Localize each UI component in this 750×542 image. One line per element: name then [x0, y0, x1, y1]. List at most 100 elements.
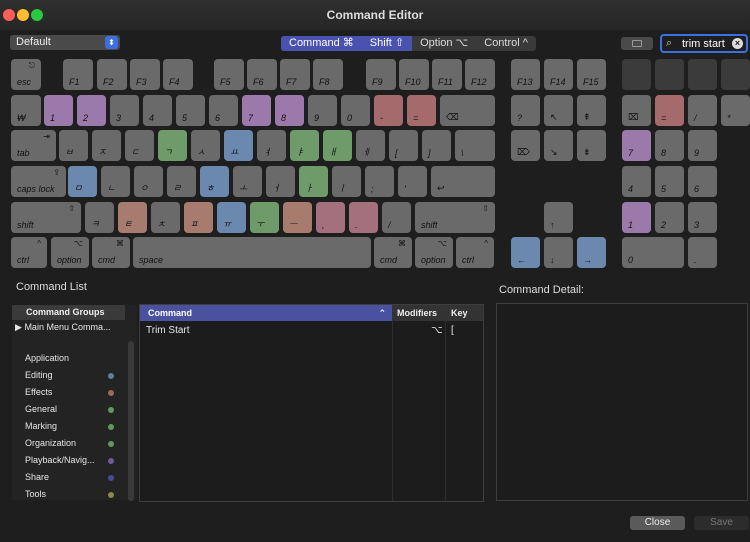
key-6[interactable]: 6 [688, 166, 717, 197]
key-shift[interactable]: shift ⇧ [11, 202, 81, 233]
key-F12[interactable]: F12 [465, 59, 495, 90]
preset-popup[interactable]: Default ⬍ [10, 35, 120, 50]
key-/[interactable]: / [688, 95, 717, 126]
key-ㅛ[interactable]: ㅛ [224, 130, 253, 161]
key-↖[interactable]: ↖ [544, 95, 573, 126]
key-ㅠ[interactable]: ㅠ [217, 202, 246, 233]
key-6[interactable]: 6 [209, 95, 238, 126]
key-ㅕ[interactable]: ㅕ [257, 130, 286, 161]
key-option[interactable]: option ⌥ [415, 237, 453, 268]
table-row[interactable]: Trim Start ⌥ [ [140, 324, 483, 340]
key-←[interactable]: ← [511, 237, 540, 268]
key-ctrl[interactable]: ctrl ^ [11, 237, 47, 268]
column-command[interactable]: Command ⌃ [140, 305, 392, 321]
modifier-tab[interactable]: Command ⌘ [281, 36, 362, 51]
group-item[interactable]: Effects [25, 387, 52, 397]
key-→[interactable]: → [577, 237, 606, 268]
key-.[interactable]: . [688, 237, 717, 268]
key-esc[interactable]: esc ⎋ [11, 59, 41, 90]
key-F14[interactable]: F14 [544, 59, 573, 90]
key-'[interactable]: ' [398, 166, 427, 197]
key-F10[interactable]: F10 [399, 59, 429, 90]
key-F7[interactable]: F7 [280, 59, 310, 90]
key-2[interactable]: 2 [655, 202, 684, 233]
key-cmd[interactable]: cmd ⌘ [92, 237, 130, 268]
key-ㅍ[interactable]: ㅍ [184, 202, 213, 233]
key-ㄹ[interactable]: ㄹ [167, 166, 196, 197]
group-item[interactable]: General [25, 404, 57, 414]
key-↓[interactable]: ↓ [544, 237, 573, 268]
close-button[interactable]: Close [630, 516, 685, 530]
key-ㅡ[interactable]: ㅡ [283, 202, 312, 233]
key-1[interactable]: 1 [622, 202, 651, 233]
group-item[interactable]: Tools [25, 489, 46, 499]
search-input[interactable]: trim start [682, 38, 725, 50]
group-item[interactable]: Marking [25, 421, 57, 431]
key-F6[interactable]: F6 [247, 59, 277, 90]
key-↑[interactable]: ↑ [544, 202, 573, 233]
modifier-tab[interactable]: Shift ⇧ [361, 36, 413, 51]
key-F9[interactable]: F9 [366, 59, 396, 90]
key-][interactable]: ] [422, 130, 451, 161]
group-item[interactable]: Share [25, 472, 49, 482]
key-ctrl[interactable]: ctrl ^ [456, 237, 494, 268]
key-F2[interactable]: F2 [97, 59, 127, 90]
key-[[interactable]: [ [389, 130, 418, 161]
modifier-tab[interactable]: Option ⌥ [412, 36, 476, 51]
key-F1[interactable]: F1 [63, 59, 93, 90]
key-1[interactable]: 1 [44, 95, 73, 126]
key-9[interactable]: 9 [308, 95, 337, 126]
key-.[interactable]: . [349, 202, 378, 233]
column-key[interactable]: Key [451, 305, 468, 321]
save-button[interactable]: Save [694, 516, 749, 530]
key-⇞[interactable]: ⇞ [577, 95, 606, 126]
key-ㅌ[interactable]: ㅌ [118, 202, 147, 233]
key-⇟[interactable]: ⇟ [577, 130, 606, 161]
group-main-menu[interactable]: ▶ Main Menu Comma... [15, 322, 110, 333]
key-=[interactable]: = [655, 95, 684, 126]
key-tab[interactable]: tab ⇥ [11, 130, 56, 161]
key-cmd[interactable]: cmd ⌘ [374, 237, 412, 268]
key-blank[interactable] [688, 59, 717, 90]
key-F8[interactable]: F8 [313, 59, 343, 90]
key-4[interactable]: 4 [143, 95, 172, 126]
key-8[interactable]: 8 [655, 130, 684, 161]
key-ㄷ[interactable]: ㄷ [125, 130, 154, 161]
group-item[interactable]: Playback/Navig... [25, 455, 95, 465]
column-modifiers[interactable]: Modifiers [397, 305, 437, 321]
group-item[interactable]: Organization [25, 438, 76, 448]
key-5[interactable]: 5 [655, 166, 684, 197]
key-0[interactable]: 0 [622, 237, 684, 268]
key-/[interactable]: / [382, 202, 411, 233]
key-3[interactable]: 3 [110, 95, 139, 126]
key-↩[interactable]: ↩ [431, 166, 495, 197]
key-*[interactable]: * [721, 95, 750, 126]
key-;[interactable]: ; [365, 166, 394, 197]
key-7[interactable]: 7 [622, 130, 651, 161]
key-F15[interactable]: F15 [577, 59, 606, 90]
groups-scrollbar[interactable] [128, 341, 134, 501]
key-ㄱ[interactable]: ㄱ [158, 130, 187, 161]
modifier-tab[interactable]: Control ^ [476, 36, 536, 51]
key-ㅊ[interactable]: ㅊ [151, 202, 180, 233]
key-3[interactable]: 3 [688, 202, 717, 233]
key-\[interactable]: \ [455, 130, 495, 161]
key-₩[interactable]: ₩ [11, 95, 41, 126]
key-shift[interactable]: shift ⇧ [415, 202, 495, 233]
key-ㅁ[interactable]: ㅁ [68, 166, 97, 197]
key-blank[interactable] [622, 59, 651, 90]
key-=[interactable]: = [407, 95, 436, 126]
key-F3[interactable]: F3 [130, 59, 160, 90]
key-ㅓ[interactable]: ㅓ [266, 166, 295, 197]
key-blank[interactable] [721, 59, 750, 90]
key-,[interactable]: , [316, 202, 345, 233]
key-9[interactable]: 9 [688, 130, 717, 161]
key-ㅋ[interactable]: ㅋ [85, 202, 114, 233]
key-space[interactable]: space [133, 237, 371, 268]
key-⌧[interactable]: ⌧ [622, 95, 651, 126]
key-F13[interactable]: F13 [511, 59, 540, 90]
key-caps-lock[interactable]: caps lock ⇪ [11, 166, 66, 197]
key-5[interactable]: 5 [176, 95, 205, 126]
key-⌦[interactable]: ⌦ [511, 130, 540, 161]
group-item[interactable]: Editing [25, 370, 53, 380]
